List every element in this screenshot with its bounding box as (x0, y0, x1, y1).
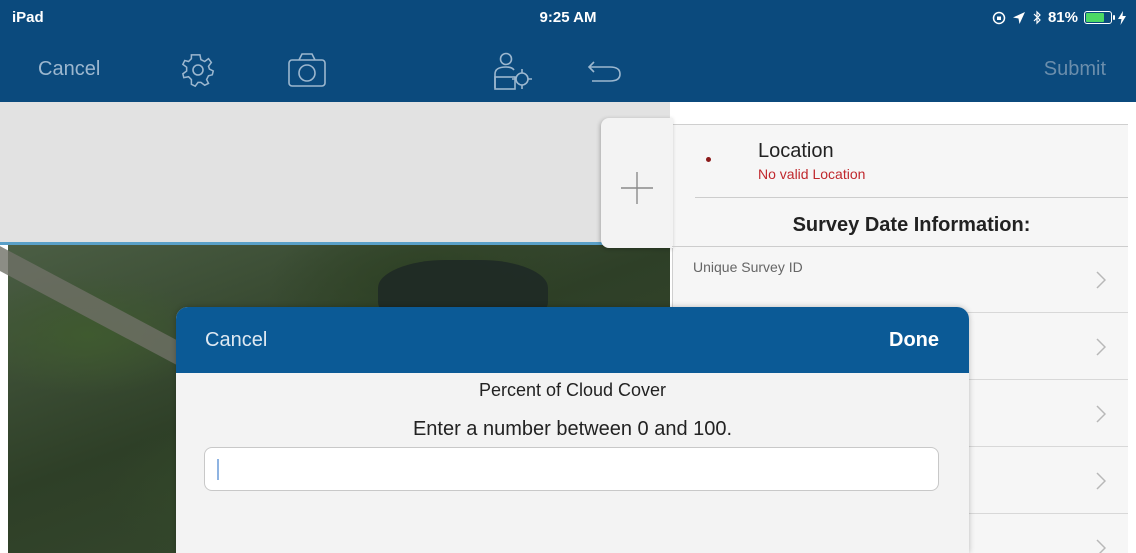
camera-icon[interactable] (287, 52, 327, 88)
status-time: 9:25 AM (539, 9, 597, 26)
location-arrow-icon (1012, 11, 1025, 24)
location-row[interactable]: Location No valid Location (695, 124, 1128, 198)
location-title: Location (758, 140, 834, 162)
undo-icon[interactable] (586, 52, 622, 88)
cloud-cover-input[interactable] (204, 447, 939, 491)
gear-icon[interactable] (180, 52, 216, 88)
text-caret (217, 459, 219, 480)
nav-bar: Cancel Submit (0, 36, 1136, 102)
battery-icon (1084, 11, 1115, 24)
submit-button[interactable]: Submit (1044, 58, 1106, 81)
chevron-right-icon (1096, 271, 1106, 289)
battery-percent: 81% (1047, 9, 1078, 26)
bluetooth-icon (1033, 10, 1041, 25)
modal-hint: Enter a number between 0 and 100. (412, 418, 733, 440)
status-indicators: 81% (992, 9, 1126, 26)
status-bar: iPad 9:25 AM 81% (0, 0, 1136, 36)
chevron-right-icon (1096, 338, 1106, 356)
map-toolbar-area (0, 102, 670, 244)
modal-cancel-button[interactable]: Cancel (205, 329, 267, 352)
orientation-lock-icon (992, 11, 1006, 24)
field-label: Unique Survey ID (693, 259, 803, 275)
location-error: No valid Location (758, 166, 866, 182)
modal-done-button[interactable]: Done (889, 329, 939, 352)
section-title: Survey Date Information: (792, 214, 1031, 236)
field-row-unique-survey-id[interactable]: Unique Survey ID (672, 247, 1128, 313)
add-panel (601, 118, 673, 248)
chevron-right-icon (1096, 472, 1106, 490)
location-status-dot (706, 157, 711, 162)
chevron-right-icon (1096, 405, 1106, 423)
chevron-right-icon (1096, 539, 1106, 553)
modal-header: Cancel Done (176, 307, 969, 373)
cancel-button[interactable]: Cancel (38, 58, 100, 81)
user-location-icon[interactable] (492, 52, 536, 92)
number-input-modal: Cancel Done Percent of Cloud Cover Enter… (176, 307, 969, 553)
plus-icon[interactable] (619, 170, 655, 206)
charging-icon (1118, 10, 1126, 25)
modal-question-title: Percent of Cloud Cover (478, 380, 667, 400)
